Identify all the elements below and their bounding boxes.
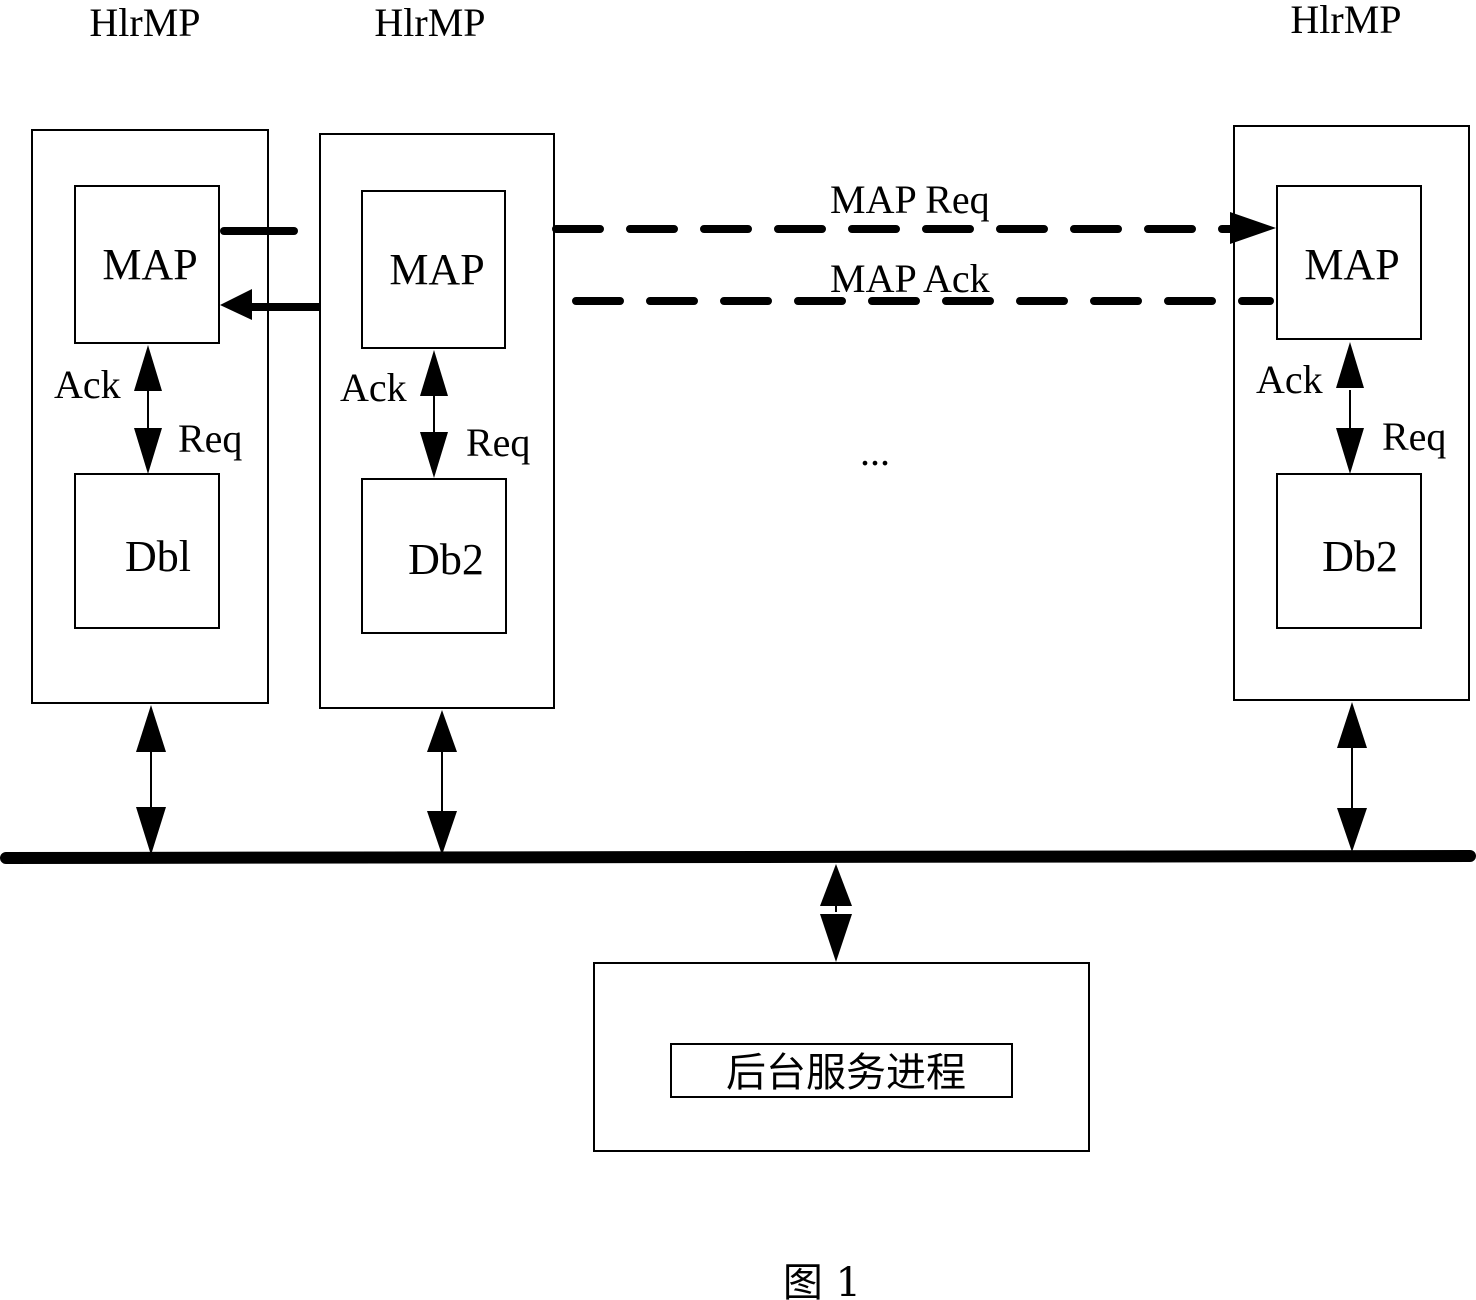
bus-down-arrowhead-2 (427, 811, 457, 855)
bus-connector-2 (427, 710, 457, 855)
bus-connector-1 (136, 705, 166, 855)
bus-down-arrowhead-3 (1337, 808, 1367, 852)
bus-connector-backend (820, 864, 852, 962)
bus-up-arrowhead-1 (136, 705, 166, 752)
hlrmp-node-1: HlrMP MAP Dbl Ack Req (31, 0, 269, 704)
bus-down-arrowhead-1 (136, 807, 166, 855)
bus-up-arrowhead-2 (427, 710, 457, 752)
bus-up-arrowhead-3 (1337, 702, 1367, 748)
bus-connector-3 (1337, 702, 1367, 852)
map-label-2: MAP (389, 245, 484, 294)
map-label-3: MAP (1304, 240, 1399, 289)
map-req-label: MAP Req (830, 177, 990, 222)
bus-up-arrowhead-backend (820, 864, 852, 906)
bus-line (0, 850, 1476, 864)
hlrmp-node-2: HlrMP MAP Db2 Ack Req (319, 0, 555, 709)
hlrmp-node-3: HlrMP MAP Db2 Ack Req (1233, 0, 1470, 701)
req-label-2: Req (466, 420, 530, 465)
hlrmp-title-2: HlrMP (374, 0, 485, 45)
diagram-canvas: HlrMP MAP Dbl Ack Req HlrMP MAP Db2 Ack … (0, 0, 1476, 1300)
hlrmp-title-3: HlrMP (1290, 0, 1401, 42)
ack-label-1: Ack (54, 362, 121, 407)
db-label-2: Db2 (408, 535, 484, 584)
req-label-1: Req (178, 416, 242, 461)
db-label-1: Dbl (125, 532, 191, 581)
map-label-1: MAP (102, 240, 197, 289)
hlrmp-title-1: HlrMP (89, 0, 200, 45)
ack-label-2: Ack (340, 365, 407, 410)
bus-down-arrowhead-backend (820, 914, 852, 962)
ack-label-3: Ack (1256, 357, 1323, 402)
map-ack-label: MAP Ack (830, 256, 990, 301)
db-label-3: Db2 (1322, 532, 1398, 581)
ellipsis: ... (860, 429, 890, 474)
backend-label: 后台服务进程 (726, 1050, 966, 1096)
backend-service: 后台服务进程 (593, 962, 1090, 1152)
req-label-3: Req (1382, 414, 1446, 459)
figure-caption: 图 1 (783, 1260, 861, 1300)
